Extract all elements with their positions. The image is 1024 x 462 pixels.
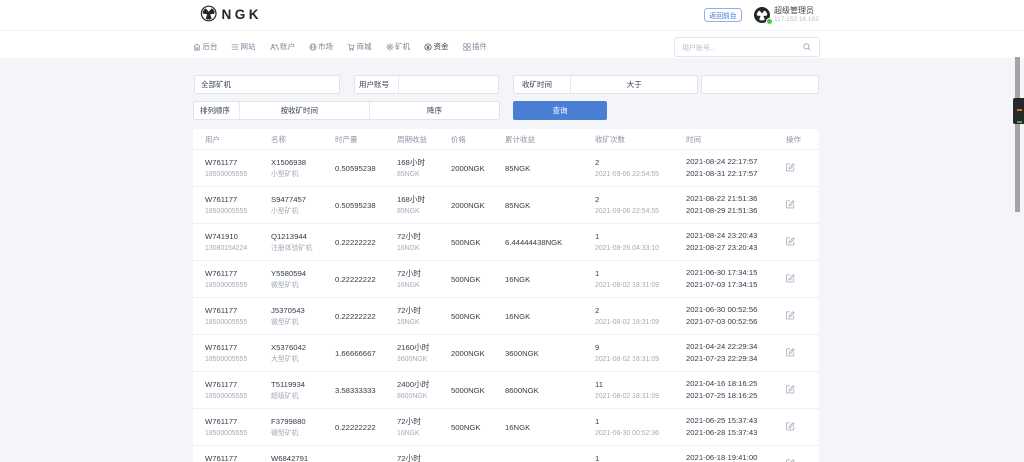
svg-text:NGK: NGK [222, 7, 262, 22]
